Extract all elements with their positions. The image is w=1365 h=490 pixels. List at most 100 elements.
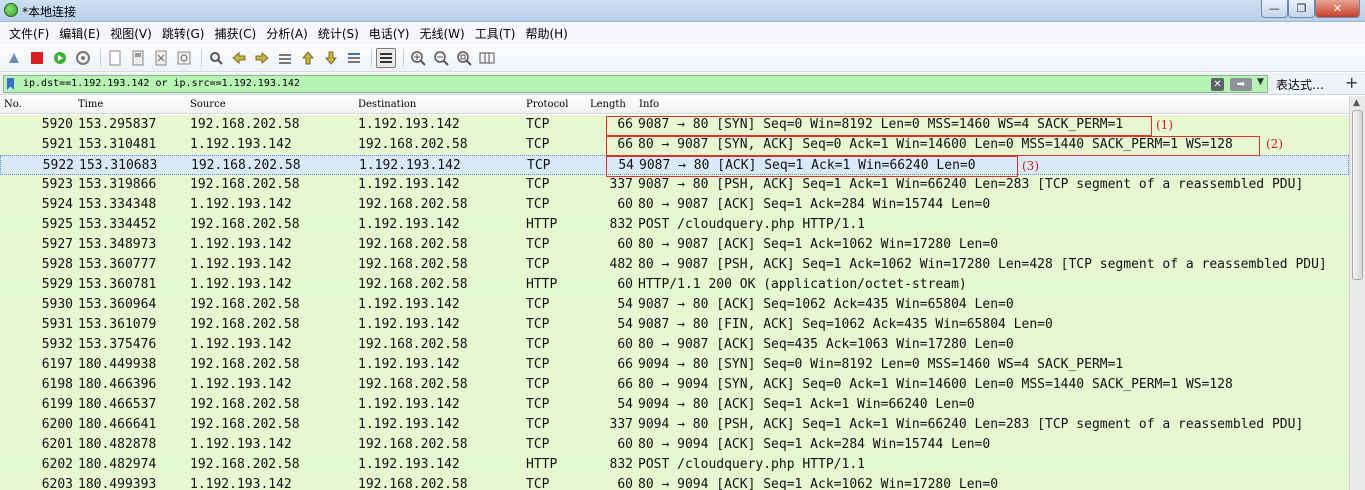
menu-go[interactable]: 跳转(G) [157, 25, 210, 42]
packet-list-scrollbar[interactable]: ▲ [1349, 96, 1365, 490]
packet-destination: 1.192.193.142 [358, 357, 460, 372]
packet-time: 153.375476 [78, 337, 157, 352]
resize-columns-icon[interactable] [477, 48, 497, 68]
display-filter-input[interactable]: ip.dst==1.192.193.142 or ip.src==1.192.1… [3, 75, 1268, 93]
packet-row[interactable]: 6198 180.466396 1.192.193.142 192.168.202.5… [0, 375, 1349, 395]
menu-analyze[interactable]: 分析(A) [261, 25, 313, 42]
menu-statistics[interactable]: 统计(S) [313, 25, 364, 42]
colorize-icon[interactable] [376, 48, 396, 68]
packet-info: 9087 → 80 [ACK] Seq=1 Ack=1 Win=66240 Le… [639, 158, 976, 173]
add-filter-button[interactable]: + [1345, 73, 1358, 92]
scroll-up-icon[interactable]: ▲ [1353, 98, 1360, 108]
zoom-out-icon[interactable] [431, 48, 451, 68]
packet-destination: 1.192.193.142 [358, 217, 460, 232]
packet-row[interactable]: 6201 180.482878 1.192.193.142 192.168.202.5… [0, 435, 1349, 455]
packet-destination: 192.168.202.58 [358, 137, 468, 152]
packet-time: 180.499393 [78, 477, 157, 490]
menu-capture[interactable]: 捕获(C) [209, 25, 261, 42]
packet-row[interactable]: 5923 153.319866 192.168.202.58 1.192.193.14… [0, 175, 1349, 195]
packet-row[interactable]: 6203 180.499393 1.192.193.142 192.168.202.5… [0, 475, 1349, 490]
first-icon[interactable] [298, 48, 318, 68]
column-time[interactable]: Time [78, 99, 103, 110]
packet-protocol: TCP [526, 237, 550, 252]
apply-filter-icon[interactable]: ➡ [1230, 78, 1252, 91]
packet-info: 80 → 9094 [SYN, ACK] Seq=0 Ack=1 Win=146… [638, 377, 1233, 392]
packet-number: 6202 [41, 457, 73, 472]
open-file-icon[interactable] [105, 48, 125, 68]
wireshark-app-icon [4, 3, 18, 17]
menu-file[interactable]: 文件(F) [4, 25, 54, 42]
column-length[interactable]: Length [590, 99, 626, 110]
packet-number: 5930 [41, 297, 73, 312]
clear-filter-icon[interactable]: ✕ [1211, 78, 1224, 91]
packet-row[interactable]: 6199 180.466537 192.168.202.58 1.192.193.14… [0, 395, 1349, 415]
packet-length: 54 [617, 297, 633, 312]
column-source[interactable]: Source [190, 99, 226, 110]
toolbar-separator [371, 49, 372, 67]
packet-row[interactable]: 6197 180.449938 192.168.202.58 1.192.193.14… [0, 355, 1349, 375]
packet-protocol: TCP [526, 317, 550, 332]
packet-info: 9094 → 80 [PSH, ACK] Seq=1 Ack=1 Win=662… [638, 417, 1304, 432]
packet-row[interactable]: 5931 153.361079 192.168.202.58 1.192.193.14… [0, 315, 1349, 335]
stop-icon[interactable] [27, 48, 47, 68]
autoscroll-icon[interactable] [344, 48, 364, 68]
goto-icon[interactable] [275, 48, 295, 68]
maximize-button[interactable]: ❐ [1288, 0, 1315, 18]
expression-button[interactable]: 表达式… [1276, 76, 1324, 93]
packet-protocol: HTTP [526, 277, 558, 292]
packet-row[interactable]: 5921 153.310481 1.192.193.142 192.168.202.5… [0, 135, 1349, 155]
reload-icon[interactable] [174, 48, 194, 68]
packet-destination: 192.168.202.58 [358, 277, 468, 292]
shark-fin-icon[interactable] [4, 48, 24, 68]
packet-length: 482 [609, 257, 633, 272]
forward-icon[interactable] [252, 48, 272, 68]
packet-number: 5931 [41, 317, 73, 332]
menu-help[interactable]: 帮助(H) [520, 25, 572, 42]
packet-row[interactable]: 6202 180.482974 192.168.202.58 1.192.193.14… [0, 455, 1349, 475]
packet-row[interactable]: 5929 153.360781 1.192.193.142 192.168.202.5… [0, 275, 1349, 295]
restart-icon[interactable] [50, 48, 70, 68]
packet-row[interactable]: 5925 153.334452 192.168.202.58 1.192.193.14… [0, 215, 1349, 235]
menu-edit[interactable]: 编辑(E) [54, 25, 105, 42]
packet-row[interactable]: 5930 153.360964 192.168.202.58 1.192.193.14… [0, 295, 1349, 315]
packet-protocol: HTTP [526, 457, 558, 472]
packet-source: 1.192.193.142 [190, 257, 292, 272]
packet-row[interactable]: 6200 180.466641 192.168.202.58 1.192.193.14… [0, 415, 1349, 435]
packet-row[interactable]: 5922 153.310683 192.168.202.58 1.192.193.14… [0, 155, 1349, 175]
filter-bookmark-icon[interactable] [7, 78, 14, 90]
packet-row[interactable]: 5928 153.360777 1.192.193.142 192.168.202.5… [0, 255, 1349, 275]
packet-row[interactable]: 5932 153.375476 1.192.193.142 192.168.202.5… [0, 335, 1349, 355]
column-info[interactable]: Info [639, 99, 659, 110]
last-icon[interactable] [321, 48, 341, 68]
close-button[interactable]: ✕ [1315, 0, 1360, 18]
find-icon[interactable] [206, 48, 226, 68]
menu-view[interactable]: 视图(V) [105, 25, 157, 42]
zoom-normal-icon[interactable] [454, 48, 474, 68]
menu-telephony[interactable]: 电话(Y) [364, 25, 415, 42]
save-file-icon[interactable] [128, 48, 148, 68]
packet-row[interactable]: 5920 153.295837 192.168.202.58 1.192.193.14… [0, 115, 1349, 135]
options-gear-icon[interactable] [73, 48, 93, 68]
packet-row[interactable]: 5924 153.334348 1.192.193.142 192.168.202.5… [0, 195, 1349, 215]
packet-number: 6197 [41, 357, 73, 372]
column-no[interactable]: No. [4, 99, 22, 110]
packet-row[interactable]: 5927 153.348973 1.192.193.142 192.168.202.5… [0, 235, 1349, 255]
packet-info: 9094 → 80 [ACK] Seq=1 Ack=1 Win=66240 Le… [638, 397, 975, 412]
packet-source: 192.168.202.58 [190, 217, 300, 232]
packet-info: POST /cloudquery.php HTTP/1.1 [638, 457, 865, 472]
packet-destination: 192.168.202.58 [358, 197, 468, 212]
packet-time: 153.334452 [78, 217, 157, 232]
display-filter-bar: ip.dst==1.192.193.142 or ip.src==1.192.1… [0, 73, 1365, 95]
minimize-button[interactable]: — [1261, 0, 1288, 18]
zoom-in-icon[interactable] [408, 48, 428, 68]
column-protocol[interactable]: Protocol [526, 99, 568, 110]
back-icon[interactable] [229, 48, 249, 68]
scrollbar-thumb[interactable] [1352, 110, 1363, 280]
main-toolbar [0, 45, 1365, 72]
chevron-down-icon[interactable]: ▼ [1257, 77, 1264, 87]
close-file-icon[interactable] [151, 48, 171, 68]
column-destination[interactable]: Destination [358, 99, 416, 110]
menu-wireless[interactable]: 无线(W) [415, 25, 470, 42]
packet-length: 54 [617, 317, 633, 332]
menu-tools[interactable]: 工具(T) [470, 25, 521, 42]
